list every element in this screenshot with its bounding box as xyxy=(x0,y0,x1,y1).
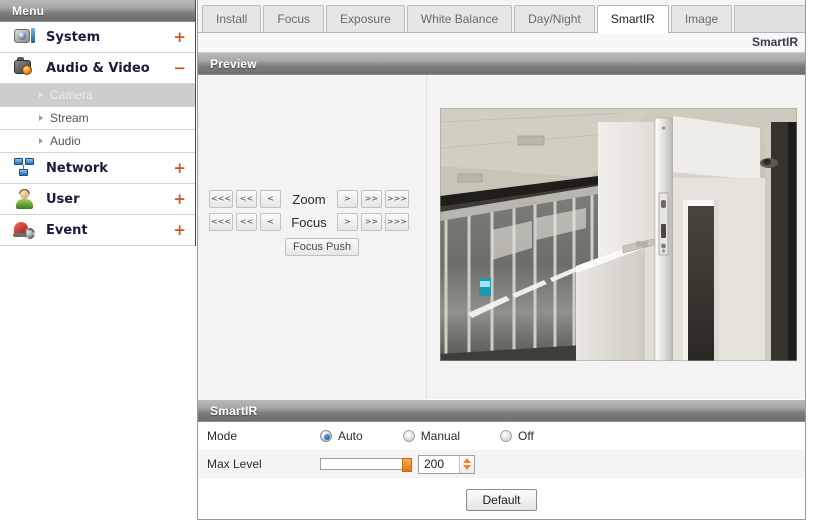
focus-label: Focus xyxy=(291,214,327,230)
audio-video-icon xyxy=(12,57,40,79)
tab-focus[interactable]: Focus xyxy=(263,5,325,32)
focus-far-fast-button[interactable]: >>> xyxy=(384,213,409,231)
breadcrumb: SmartIR xyxy=(198,33,805,53)
sidebar-item-event-toggle[interactable]: + xyxy=(173,221,186,239)
chevron-down-icon[interactable] xyxy=(463,465,471,470)
zoom-label: Zoom xyxy=(292,191,326,207)
tab-install[interactable]: Install xyxy=(202,5,262,32)
preview-controls-pane: <<< << < Zoom > >> >>> <<< << < Focus > xyxy=(198,75,427,400)
tab-exposure[interactable]: Exposure xyxy=(326,5,405,32)
sidebar-item-network-label: Network xyxy=(46,160,108,176)
mode-option-off[interactable]: Off xyxy=(500,429,534,443)
sidebar-item-audio-video-toggle[interactable]: − xyxy=(173,59,186,77)
smartir-section-header: SmartIR xyxy=(198,400,805,422)
zoom-in-slow-button[interactable]: > xyxy=(336,190,358,208)
sidebar-subitem-stream[interactable]: Stream xyxy=(0,107,195,130)
event-alarm-icon xyxy=(12,219,40,241)
tab-image[interactable]: Image xyxy=(670,5,733,32)
zoom-control-row: <<< << < Zoom > >> >>> xyxy=(209,190,409,208)
sidebar-subitem-stream-label: Stream xyxy=(50,111,89,125)
mode-option-manual-label: Manual xyxy=(420,429,461,443)
action-button-bar: Default xyxy=(198,478,805,520)
sidebar-item-user-toggle[interactable]: + xyxy=(173,190,186,208)
focus-control-row: <<< << < Focus > >> >>> xyxy=(209,213,409,231)
sidebar-item-audio-video[interactable]: Audio & Video − xyxy=(0,53,195,84)
ptz-controls: <<< << < Zoom > >> >>> <<< << < Focus > xyxy=(209,190,409,256)
main-content-panel: Install Focus Exposure White Balance Day… xyxy=(197,0,806,520)
tab-day-night[interactable]: Day/Night xyxy=(514,5,595,32)
max-level-stepper-arrows[interactable] xyxy=(459,455,474,473)
chevron-right-icon xyxy=(39,92,43,98)
focus-near-slow-button[interactable]: < xyxy=(260,213,282,231)
mode-row: Mode Auto Manual Off xyxy=(198,422,805,450)
sidebar-item-event[interactable]: Event + xyxy=(0,215,195,246)
radio-manual-icon[interactable] xyxy=(402,430,415,442)
zoom-out-medium-button[interactable]: << xyxy=(236,190,258,208)
mode-option-manual[interactable]: Manual xyxy=(402,429,461,443)
zoom-out-fast-button[interactable]: <<< xyxy=(209,190,234,208)
chevron-right-icon xyxy=(39,115,43,121)
chevron-right-icon xyxy=(39,138,43,144)
sidebar-item-audio-video-label: Audio & Video xyxy=(46,60,150,76)
mode-label: Mode xyxy=(207,429,238,443)
sidebar-item-system[interactable]: System + xyxy=(0,22,195,53)
focus-near-medium-button[interactable]: << xyxy=(236,213,258,231)
preview-section-body: <<< << < Zoom > >> >>> <<< << < Focus > xyxy=(198,75,805,400)
sidebar-item-system-toggle[interactable]: + xyxy=(173,28,186,46)
max-level-label: Max Level xyxy=(207,457,262,471)
sidebar-item-user-label: User xyxy=(46,191,80,207)
user-icon xyxy=(12,188,40,210)
sidebar-item-network-toggle[interactable]: + xyxy=(173,159,186,177)
radio-off-icon[interactable] xyxy=(500,430,513,442)
sidebar-item-event-label: Event xyxy=(46,222,88,238)
sidebar-subitem-audio-label: Audio xyxy=(50,134,81,148)
max-level-row: Max Level xyxy=(198,450,805,478)
max-level-input[interactable] xyxy=(419,455,459,473)
sidebar-item-system-label: System xyxy=(46,29,101,45)
preview-section-header: Preview xyxy=(198,53,805,75)
tab-white-balance[interactable]: White Balance xyxy=(406,5,513,32)
mode-option-auto-label: Auto xyxy=(338,429,363,443)
radio-auto-icon[interactable] xyxy=(320,430,332,442)
focus-far-slow-button[interactable]: > xyxy=(336,213,358,231)
zoom-out-slow-button[interactable]: < xyxy=(260,190,282,208)
sidebar-item-user[interactable]: User + xyxy=(0,184,195,215)
sidebar-subitem-audio[interactable]: Audio xyxy=(0,130,195,153)
chevron-up-icon[interactable] xyxy=(463,458,471,463)
panel-bottom-divider xyxy=(197,519,806,520)
focus-near-fast-button[interactable]: <<< xyxy=(209,213,234,231)
max-level-slider-handle[interactable] xyxy=(402,458,412,472)
mode-option-auto[interactable]: Auto xyxy=(320,429,363,443)
max-level-stepper[interactable] xyxy=(418,454,475,474)
mode-option-off-label: Off xyxy=(518,429,534,443)
sidebar: Menu System + Audio & Video − Camera Str… xyxy=(0,0,196,246)
focus-far-medium-button[interactable]: >> xyxy=(360,213,382,231)
sidebar-header: Menu xyxy=(0,0,195,22)
sidebar-subitem-camera-label: Camera xyxy=(50,88,93,102)
sidebar-item-network[interactable]: Network + xyxy=(0,153,195,184)
tab-smartir[interactable]: SmartIR xyxy=(596,5,669,33)
tab-strip-filler xyxy=(734,5,805,32)
zoom-in-medium-button[interactable]: >> xyxy=(360,190,382,208)
video-preview[interactable] xyxy=(440,108,797,361)
app-window: Menu System + Audio & Video − Camera Str… xyxy=(0,0,813,530)
max-level-slider[interactable] xyxy=(320,458,412,472)
tab-bar: Install Focus Exposure White Balance Day… xyxy=(198,0,805,33)
network-icon xyxy=(12,157,40,179)
sidebar-subitem-camera[interactable]: Camera xyxy=(0,84,195,107)
zoom-in-fast-button[interactable]: >>> xyxy=(384,190,409,208)
focus-push-button[interactable]: Focus Push xyxy=(285,238,360,256)
camera-system-icon xyxy=(12,26,40,48)
default-button[interactable]: Default xyxy=(466,488,537,511)
